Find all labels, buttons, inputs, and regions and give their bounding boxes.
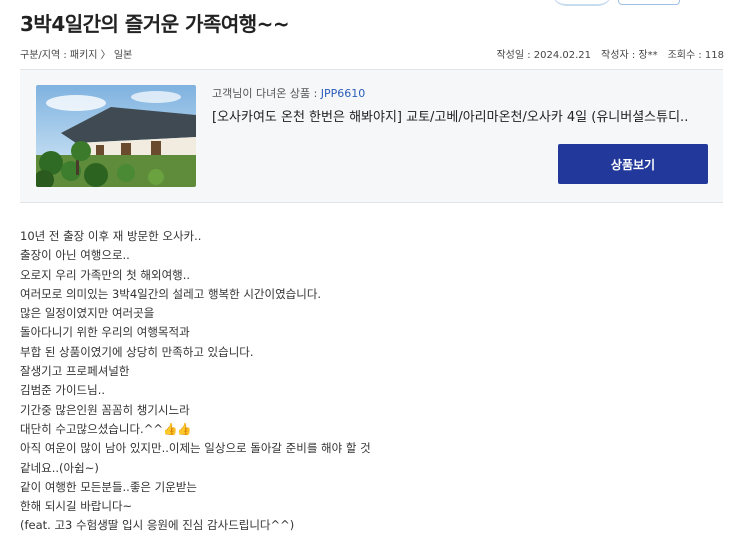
product-card: 고객님이 다녀온 상품 : JPP6610 [오사카여도 온천 한번은 해봐야지… bbox=[20, 69, 723, 203]
post-date: 작성일 : 2024.02.21 bbox=[496, 50, 592, 61]
review-line: 오로지 우리 가족만의 첫 해외여행.. bbox=[20, 267, 191, 282]
category-breadcrumb: 구분/지역 : 패키지 〉 일본 bbox=[20, 50, 133, 61]
top-header-decoration bbox=[532, 0, 732, 8]
review-line: 기간중 많은인원 꼼꼼히 챙기시느라 bbox=[20, 402, 190, 417]
review-line: 잘생기고 프로페셔널한 bbox=[20, 364, 130, 379]
view-product-button[interactable]: 상품보기 bbox=[558, 144, 708, 184]
product-thumbnail[interactable] bbox=[36, 85, 196, 187]
review-line: 아직 여운이 많이 남아 있지만..이제는 일상으로 돌아갈 준비를 해야 할 … bbox=[20, 441, 371, 456]
product-label-prefix: 고객님이 다녀온 상품 : bbox=[212, 87, 321, 100]
review-line: 김범준 가이드님.. bbox=[20, 383, 106, 398]
review-line: 대단히 수고많으셨습니다.^^👍👍 bbox=[20, 421, 192, 436]
post-meta: 구분/지역 : 패키지 〉 일본 작성일 : 2024.02.21 작성자 : … bbox=[20, 46, 724, 61]
review-line: (feat. 고3 수험생딸 입시 응원에 진심 감사드립니다^^) bbox=[20, 518, 295, 533]
review-line: 같이 여행한 모든분들..좋은 기운받는 bbox=[20, 479, 197, 494]
review-line: 여러모로 의미있는 3박4일간의 설레고 행복한 시간이였습니다. bbox=[20, 286, 322, 301]
review-body: 10년 전 출장 이후 재 방문한 오사카.. 출장이 아닌 여행으로.. 오로지 … bbox=[20, 227, 371, 536]
header-button-edge[interactable] bbox=[618, 0, 680, 5]
product-name-link[interactable]: [오사카여도 온천 한번은 해봐야지] 교토/고베/아리마온천/오사카 4일 (… bbox=[212, 106, 692, 125]
review-line: 10년 전 출장 이후 재 방문한 오사카.. bbox=[20, 229, 202, 243]
review-line: 한해 되시길 바랍니다~ bbox=[20, 499, 133, 514]
review-line: 돌아다니기 위한 우리의 여행목적과 bbox=[20, 325, 190, 340]
post-title: 3박4일간의 즐거운 가족여행~~ bbox=[20, 12, 290, 36]
post-author: 작성자 : 장** bbox=[601, 50, 658, 61]
header-arc-decoration bbox=[552, 0, 612, 6]
review-line: 많은 일정이였지만 여러곳을 bbox=[20, 306, 155, 321]
review-line: 같네요..(아쉽~) bbox=[20, 460, 99, 475]
review-line: 부합 된 상품이였기에 상당히 만족하고 있습니다. bbox=[20, 344, 254, 359]
post-views: 조회수 : 118 bbox=[667, 50, 724, 61]
product-code[interactable]: JPP6610 bbox=[321, 87, 366, 100]
product-label: 고객님이 다녀온 상품 : JPP6610 bbox=[212, 85, 365, 101]
review-line: 출장이 아닌 여행으로.. bbox=[20, 248, 130, 263]
japanese-house-image bbox=[36, 85, 196, 187]
